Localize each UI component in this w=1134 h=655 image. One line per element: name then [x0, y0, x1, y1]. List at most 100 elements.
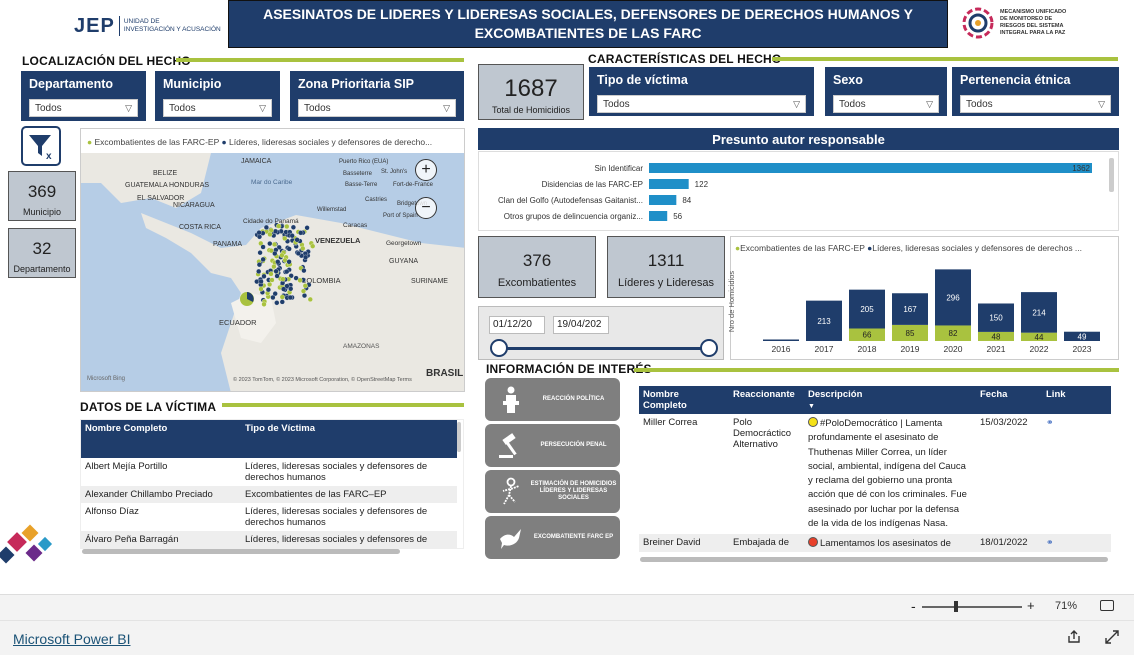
col-fecha[interactable]: Fecha [976, 386, 1042, 414]
col-nombre[interactable]: Nombre Completo [81, 420, 241, 458]
map-point[interactable] [261, 301, 267, 307]
victima-scrollbar[interactable] [457, 422, 461, 452]
map-point[interactable] [270, 294, 276, 301]
col-descripcion[interactable]: Descripción ▼ [804, 386, 976, 414]
map-point[interactable] [257, 250, 263, 256]
map-point[interactable] [297, 277, 303, 283]
reaccion-politica-button[interactable]: REACCIÓN POLÍTICA [485, 378, 620, 421]
map-point[interactable] [295, 250, 301, 256]
clear-filters-button[interactable]: x [21, 126, 61, 166]
map-point[interactable] [286, 259, 292, 265]
victima-hscrollbar[interactable] [82, 549, 400, 554]
map-panel[interactable]: ● Excombatientes de las FARC-EP ● Lídere… [80, 128, 465, 392]
map-point[interactable] [272, 250, 278, 257]
link-icon[interactable]: ⚭ [1046, 537, 1054, 547]
year-chart-panel[interactable]: ●Excombatientes de las FARC-EP ●Líderes,… [727, 236, 1119, 360]
autor-bar[interactable] [649, 179, 689, 189]
zona-select[interactable]: Todos ▽ [298, 99, 456, 117]
autor-bar-chart[interactable]: Sin Identificar 1362 Disidencias de las FA… [479, 152, 1118, 230]
map-point[interactable] [256, 230, 262, 236]
date-slider-start-handle[interactable] [490, 339, 508, 357]
map-point[interactable] [310, 243, 316, 249]
map-point[interactable] [260, 244, 266, 250]
map-point[interactable] [279, 294, 285, 300]
autor-scrollbar[interactable] [1109, 158, 1114, 192]
map-point[interactable] [274, 273, 280, 279]
interes-hscrollbar[interactable] [640, 557, 1108, 562]
map-canvas[interactable]: JAMAICA Mar do Caribe BELIZE GUATEMALA H… [81, 153, 465, 392]
pertenencia-select[interactable]: Todos ▽ [960, 95, 1111, 113]
table-row[interactable]: Miller Correa Polo Democráctico Alternat… [639, 414, 1111, 534]
map-point[interactable] [290, 224, 296, 230]
map-point[interactable] [281, 286, 287, 292]
table-row[interactable]: Albert Mejía Portillo Líderes, lideresas … [81, 458, 457, 486]
map-point[interactable] [254, 279, 260, 285]
share-icon[interactable] [1067, 630, 1081, 647]
map-point[interactable] [300, 245, 306, 251]
autor-bar[interactable] [649, 163, 1092, 173]
date-end-input[interactable]: 19/04/202 [553, 316, 609, 334]
estimacion-homicidios-button[interactable]: ESTIMACIÓN DE HOMICIDIOS LÍDERES Y LIDER… [485, 470, 620, 513]
tipo-victima-select[interactable]: Todos ▽ [597, 95, 806, 113]
map-point[interactable] [286, 246, 292, 252]
table-row[interactable]: Álvaro Peña Barragán Líderes, lideresas s… [81, 531, 457, 548]
fullscreen-icon[interactable] [1105, 630, 1119, 649]
map-point[interactable] [258, 286, 264, 292]
map-point[interactable] [271, 264, 277, 270]
map-point[interactable] [274, 300, 280, 306]
filter-pertenencia-etnica[interactable]: Pertenencia étnica Todos ▽ [952, 67, 1119, 116]
date-slider-track[interactable] [499, 347, 709, 350]
table-row[interactable]: Alexander Chillambo Preciado Excombatient… [81, 486, 457, 503]
map-point[interactable] [284, 269, 290, 275]
date-slider-end-handle[interactable] [700, 339, 718, 357]
map-point[interactable] [261, 273, 267, 279]
map-point[interactable] [276, 223, 282, 229]
map-point[interactable] [275, 259, 281, 265]
map-point[interactable] [260, 256, 266, 262]
map-point[interactable] [279, 299, 285, 305]
col-tipo[interactable]: Tipo de Víctima [241, 420, 457, 458]
map-point[interactable] [298, 230, 304, 236]
map-point[interactable] [267, 231, 273, 237]
map-point[interactable] [273, 268, 279, 274]
map-point[interactable] [280, 276, 286, 282]
map-point[interactable] [263, 224, 269, 230]
filter-zona-prioritaria[interactable]: Zona Prioritaria SIP Todos ▽ [290, 71, 464, 121]
map-point[interactable] [303, 254, 309, 260]
power-bi-link[interactable]: Microsoft Power BI [13, 631, 130, 647]
map-point[interactable] [289, 233, 295, 239]
map-point[interactable] [256, 262, 262, 268]
table-row[interactable]: Alfonso Díaz Líderes, lideresas sociales … [81, 503, 457, 531]
filter-sexo[interactable]: Sexo Todos ▽ [825, 67, 947, 116]
autor-chart-panel[interactable]: Sin Identificar 1362 Disidencias de las FA… [478, 151, 1119, 231]
map-point[interactable] [301, 268, 307, 274]
map-point[interactable] [258, 278, 264, 285]
map-point[interactable] [279, 252, 285, 258]
map-point[interactable] [302, 283, 308, 289]
table-row[interactable]: Breiner David Embajada de Lamentamos los… [639, 534, 1111, 552]
zoom-in-button[interactable]: + [1027, 598, 1035, 613]
zoom-out-button[interactable]: - [911, 598, 916, 614]
map-point[interactable] [294, 237, 300, 243]
excombatiente-farc-button[interactable]: EXCOMBATIENTE FARC EP [485, 516, 620, 559]
departamento-select[interactable]: Todos ▽ [29, 99, 138, 117]
map-point[interactable] [287, 294, 293, 301]
map-point[interactable] [307, 296, 313, 302]
date-start-input[interactable]: 01/12/20 [489, 316, 545, 334]
map-point[interactable] [300, 288, 307, 294]
filter-municipio[interactable]: Municipio Todos ▽ [155, 71, 280, 121]
map-zoom-in-button[interactable]: + [415, 159, 437, 181]
zoom-slider[interactable] [922, 606, 1022, 608]
map-point[interactable] [271, 241, 278, 247]
zoom-slider-thumb[interactable] [954, 601, 958, 612]
col-nombre-completo[interactable]: Nombre Completo [639, 386, 729, 414]
link-icon[interactable]: ⚭ [1046, 417, 1054, 427]
map-point[interactable] [256, 234, 263, 240]
map-point[interactable] [284, 223, 290, 230]
victima-table-container[interactable]: Nombre Completo Tipo de Víctima Albert M… [80, 419, 464, 549]
map-point[interactable] [256, 268, 262, 274]
map-point[interactable] [282, 235, 288, 241]
persecucion-penal-button[interactable]: PERSECUCIÓN PENAL [485, 424, 620, 467]
filter-tipo-victima[interactable]: Tipo de víctima Todos ▽ [589, 67, 814, 116]
map-zoom-out-button[interactable]: − [415, 197, 437, 219]
